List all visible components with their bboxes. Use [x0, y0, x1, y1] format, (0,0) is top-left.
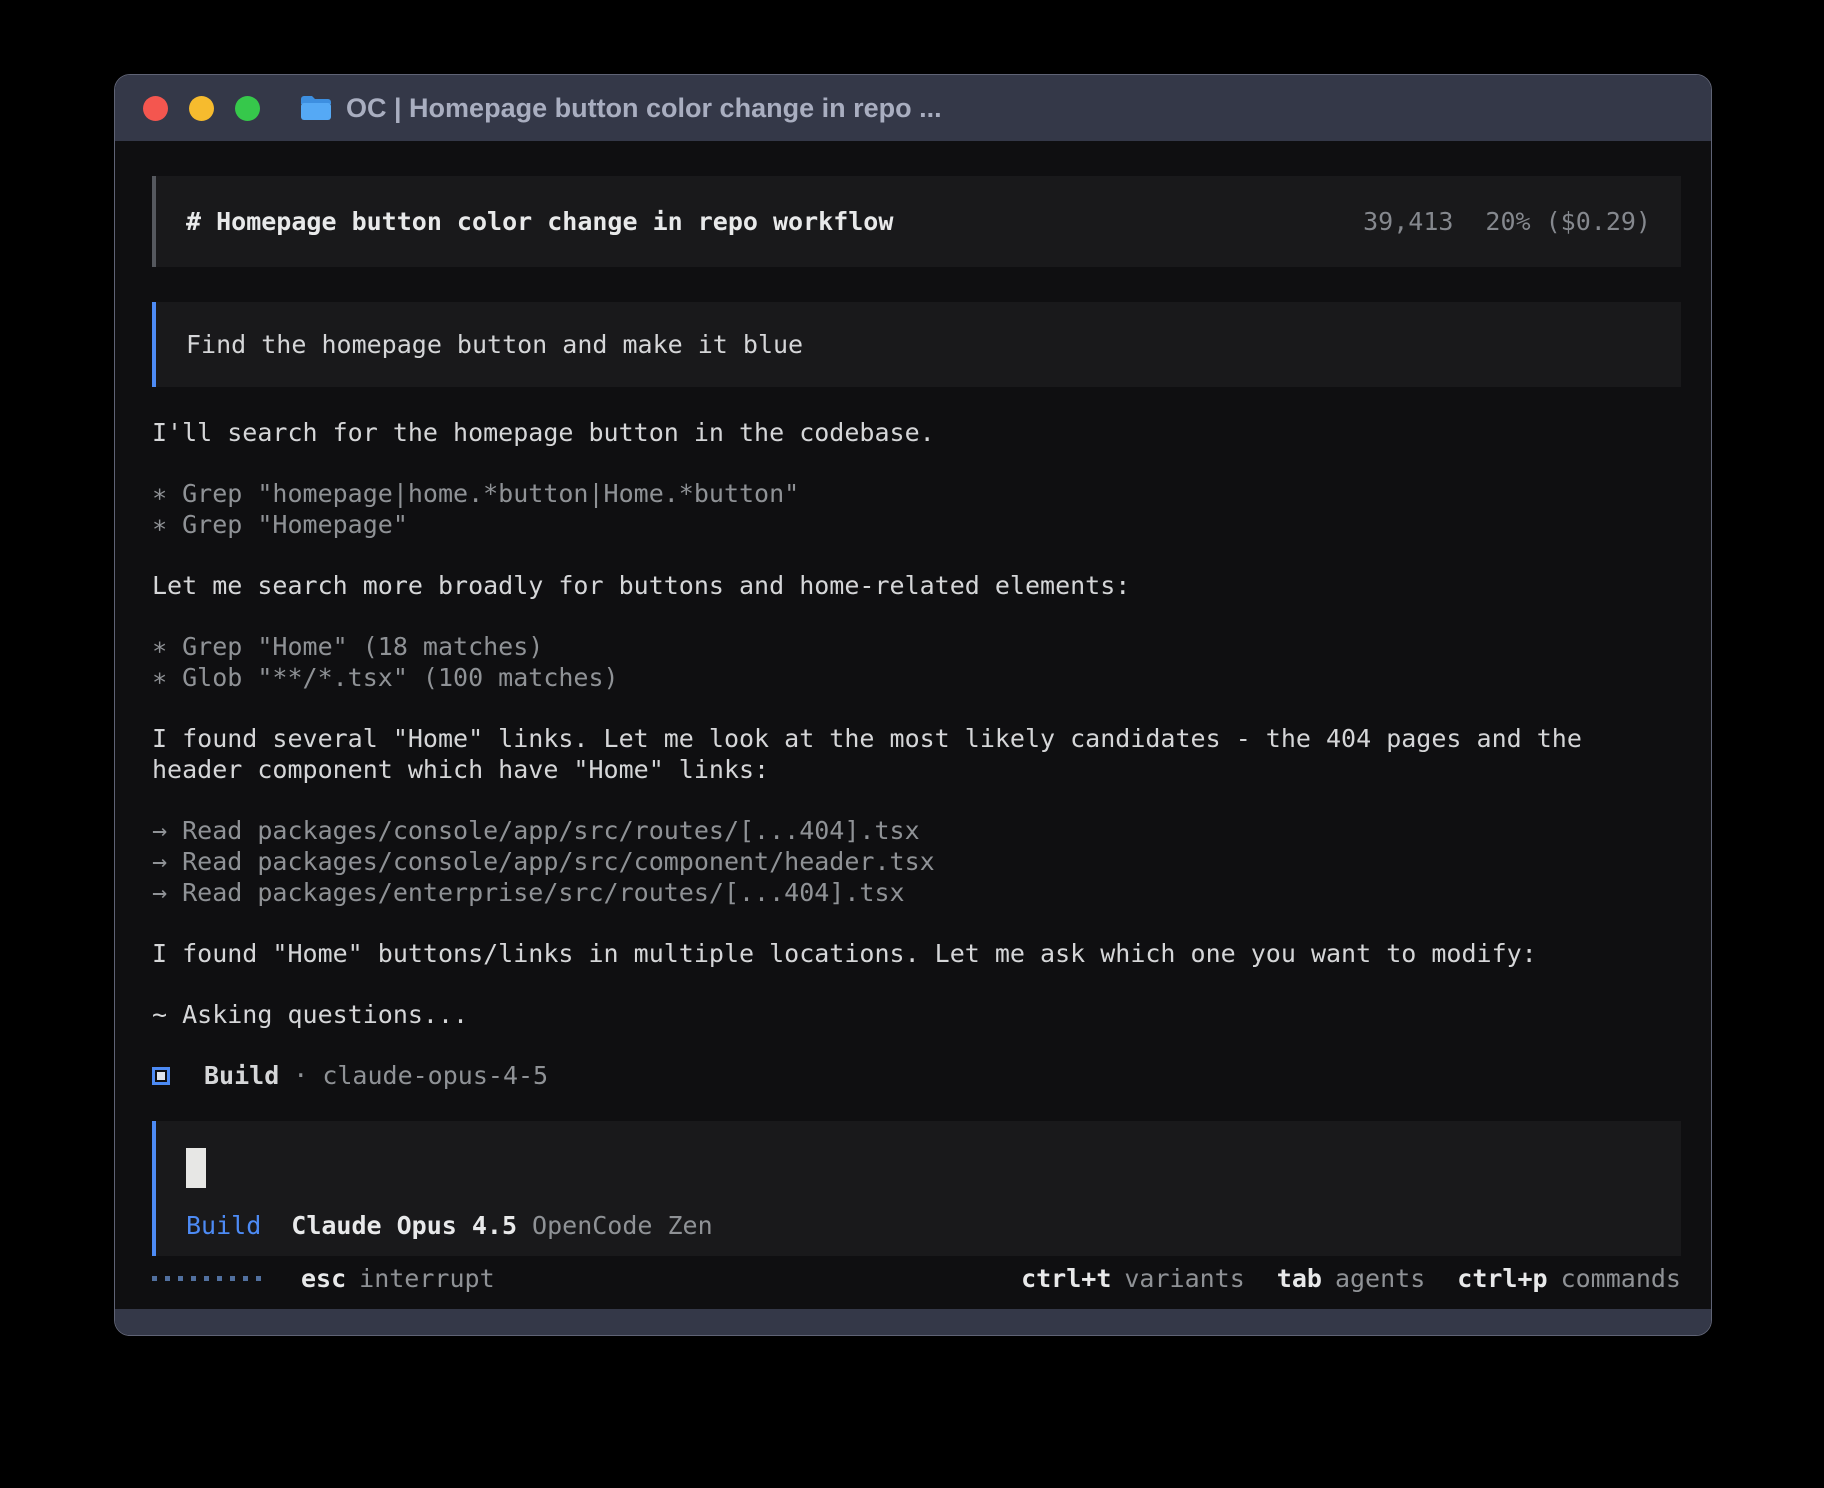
window-title: OC | Homepage button color change in rep…	[346, 93, 942, 124]
assistant-text: header component which have "Home" links…	[152, 754, 1681, 785]
commands-label: commands	[1561, 1264, 1681, 1293]
agent-name: Build	[204, 1061, 279, 1090]
tool-call: ∗ Grep "Homepage"	[152, 509, 1681, 540]
folder-icon	[300, 95, 332, 121]
agent-separator: ·	[293, 1061, 308, 1090]
spinner-dots	[152, 1276, 261, 1281]
token-count: 39,413	[1363, 207, 1453, 236]
commands-key: ctrl+p	[1457, 1264, 1547, 1293]
assistant-text: I'll search for the homepage button in t…	[152, 417, 1681, 448]
tool-call-group: ∗ Grep "Home" (18 matches) ∗ Glob "**/*.…	[152, 631, 1681, 693]
assistant-transcript: I'll search for the homepage button in t…	[152, 417, 1681, 1091]
tool-call: ∗ Glob "**/*.tsx" (100 matches)	[152, 662, 1681, 693]
read-tool-call: → Read packages/enterprise/src/routes/[.…	[152, 877, 1681, 908]
hints-bar: esc interrupt ctrl+t variants tab agents…	[152, 1264, 1681, 1293]
zoom-button[interactable]	[235, 96, 260, 121]
titlebar[interactable]: OC | Homepage button color change in rep…	[115, 75, 1711, 141]
tool-call-group: → Read packages/console/app/src/routes/[…	[152, 815, 1681, 908]
agents-label: agents	[1335, 1264, 1425, 1293]
tool-call: ∗ Grep "homepage|home.*button|Home.*butt…	[152, 478, 1681, 509]
agents-hint: tab agents	[1277, 1264, 1425, 1293]
mode-label[interactable]: Build	[186, 1210, 261, 1241]
window-bottom-strip	[115, 1309, 1711, 1335]
assistant-text: I found several "Home" links. Let me loo…	[152, 723, 1681, 754]
context-cost: 20% ($0.29)	[1485, 207, 1651, 236]
input-meta: Build Claude Opus 4.5 OpenCode Zen	[186, 1210, 1651, 1241]
assistant-text: I found "Home" buttons/links in multiple…	[152, 938, 1681, 969]
agent-model: claude-opus-4-5	[322, 1061, 548, 1090]
read-tool-call: → Read packages/console/app/src/componen…	[152, 846, 1681, 877]
agents-key: tab	[1277, 1264, 1322, 1293]
model-label[interactable]: Claude Opus 4.5	[291, 1210, 517, 1241]
esc-key-label: interrupt	[359, 1264, 494, 1293]
prompt-input[interactable]: Build Claude Opus 4.5 OpenCode Zen	[152, 1121, 1681, 1256]
assistant-paragraph: I found several "Home" links. Let me loo…	[152, 723, 1681, 785]
read-tool-call: → Read packages/console/app/src/routes/[…	[152, 815, 1681, 846]
user-message-text: Find the homepage button and make it blu…	[186, 330, 803, 359]
tool-call-group: ∗ Grep "homepage|home.*button|Home.*butt…	[152, 478, 1681, 540]
terminal-content: # Homepage button color change in repo w…	[115, 141, 1711, 1309]
status-text: ~ Asking questions...	[152, 999, 1681, 1030]
session-title: # Homepage button color change in repo w…	[186, 206, 893, 237]
variants-hint: ctrl+t variants	[1021, 1264, 1245, 1293]
variants-label: variants	[1124, 1264, 1244, 1293]
session-header: # Homepage button color change in repo w…	[152, 176, 1681, 267]
terminal-window: OC | Homepage button color change in rep…	[114, 74, 1712, 1336]
tool-call: ∗ Grep "Home" (18 matches)	[152, 631, 1681, 662]
session-stats: 39,413 20% ($0.29)	[1363, 207, 1651, 236]
text-cursor	[186, 1148, 206, 1188]
right-hints: ctrl+t variants tab agents ctrl+p comman…	[1021, 1264, 1681, 1293]
user-message: Find the homepage button and make it blu…	[152, 302, 1681, 387]
assistant-text: Let me search more broadly for buttons a…	[152, 570, 1681, 601]
agent-row: Build · claude-opus-4-5	[152, 1060, 1681, 1091]
provider-label: OpenCode Zen	[532, 1210, 713, 1241]
build-agent-icon	[152, 1067, 170, 1085]
close-button[interactable]	[143, 96, 168, 121]
minimize-button[interactable]	[189, 96, 214, 121]
commands-hint: ctrl+p commands	[1457, 1264, 1681, 1293]
esc-key-hint: esc	[301, 1264, 346, 1293]
variants-key: ctrl+t	[1021, 1264, 1111, 1293]
traffic-lights	[143, 96, 260, 121]
